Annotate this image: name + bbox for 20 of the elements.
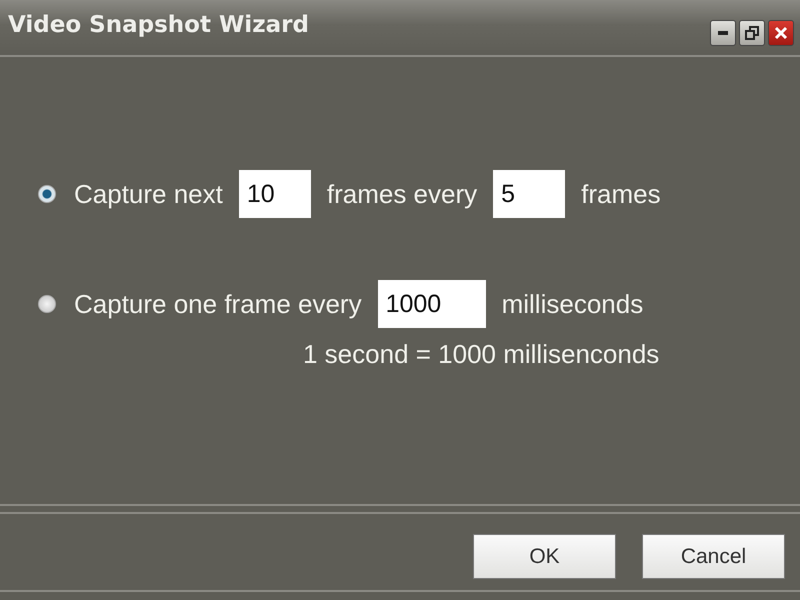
number-field[interactable]: 5: [493, 170, 566, 218]
note-text: 1 second = 1000 millisenconds: [303, 339, 660, 370]
close-icon: [774, 26, 788, 40]
option-label: Capture one frame every: [74, 288, 362, 320]
minimize-button[interactable]: [710, 20, 736, 46]
ok-button[interactable]: OK: [473, 534, 616, 579]
restore-icon: [745, 26, 759, 40]
number-field[interactable]: 10: [238, 170, 311, 218]
cancel-button[interactable]: Cancel: [642, 534, 785, 579]
radio-button[interactable]: [38, 185, 56, 203]
restore-button[interactable]: [739, 20, 765, 46]
number-field[interactable]: 1000: [378, 280, 486, 328]
option-label: frames: [581, 178, 661, 210]
option-label: milliseconds: [502, 288, 644, 320]
minimize-icon: [718, 31, 728, 35]
option-label: Capture next: [74, 178, 223, 210]
option-label: frames every: [326, 178, 478, 210]
window-title: Video Snapshot Wizard: [8, 12, 309, 38]
radio-button[interactable]: [38, 295, 56, 313]
close-button[interactable]: [768, 20, 794, 46]
